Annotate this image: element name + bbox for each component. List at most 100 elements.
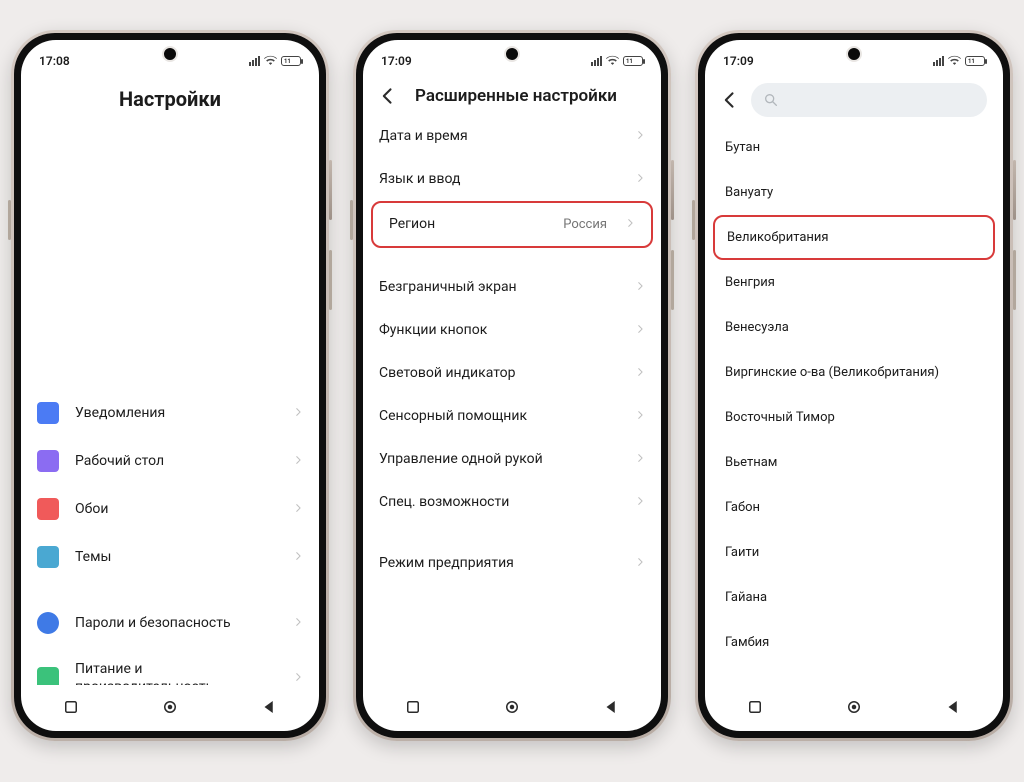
row-label: Дата и время bbox=[379, 127, 619, 145]
status-bar: 17:08 11 bbox=[21, 40, 319, 77]
home-button[interactable] bbox=[161, 698, 179, 716]
country-label: Бутан bbox=[725, 140, 760, 155]
back-button[interactable] bbox=[377, 85, 399, 107]
chevron-right-icon bbox=[635, 407, 645, 426]
clock: 17:09 bbox=[381, 54, 412, 68]
country-row-gb[interactable]: Великобритания bbox=[713, 215, 995, 260]
clock: 17:08 bbox=[39, 54, 70, 68]
search-icon bbox=[763, 92, 779, 108]
adv-row-touchassist[interactable]: Сенсорный помощник bbox=[363, 395, 661, 438]
wifi-icon bbox=[948, 54, 961, 68]
desktop-icon bbox=[37, 450, 59, 472]
row-label: Уведомления bbox=[75, 404, 277, 422]
recent-apps-button[interactable] bbox=[62, 698, 80, 716]
search-input[interactable] bbox=[751, 83, 987, 117]
back-nav-button[interactable] bbox=[602, 698, 620, 716]
row-label: Питание и производительность bbox=[75, 660, 277, 685]
settings-row-desktop[interactable]: Рабочий стол bbox=[21, 437, 319, 485]
chevron-right-icon bbox=[293, 452, 303, 471]
country-row-gm[interactable]: Гамбия bbox=[705, 620, 1003, 665]
chevron-right-icon bbox=[635, 278, 645, 297]
settings-row-themes[interactable]: Темы bbox=[21, 533, 319, 581]
row-label: Безграничный экран bbox=[379, 278, 619, 296]
battery-icon: 11 bbox=[623, 56, 643, 66]
nav-bar bbox=[363, 685, 661, 731]
country-row-vu[interactable]: Вануату bbox=[705, 170, 1003, 215]
adv-row-enterprise[interactable]: Режим предприятия bbox=[363, 542, 661, 585]
adv-row-infscreen[interactable]: Безграничный экран bbox=[363, 266, 661, 309]
adv-row-datetime[interactable]: Дата и время bbox=[363, 115, 661, 158]
row-label: Режим предприятия bbox=[379, 554, 619, 572]
country-label: Вьетнам bbox=[725, 455, 777, 470]
chevron-right-icon bbox=[625, 215, 635, 234]
country-label: Гамбия bbox=[725, 635, 769, 650]
country-row-vn[interactable]: Вьетнам bbox=[705, 440, 1003, 485]
recent-apps-button[interactable] bbox=[746, 698, 764, 716]
back-nav-button[interactable] bbox=[944, 698, 962, 716]
themes-icon bbox=[37, 546, 59, 568]
country-label: Венгрия bbox=[725, 275, 775, 290]
signal-icon bbox=[933, 56, 944, 66]
chevron-right-icon bbox=[635, 450, 645, 469]
country-label: Гаити bbox=[725, 545, 759, 560]
row-label: Сенсорный помощник bbox=[379, 407, 619, 425]
advanced-list[interactable]: Дата и время Язык и ввод Регион Россия Безгр… bbox=[363, 115, 661, 685]
home-button[interactable] bbox=[845, 698, 863, 716]
country-row-ga[interactable]: Габон bbox=[705, 485, 1003, 530]
chevron-right-icon bbox=[635, 554, 645, 573]
country-row-vg[interactable]: Виргинские о-ва (Великобритания) bbox=[705, 350, 1003, 395]
status-bar: 17:09 11 bbox=[705, 40, 1003, 77]
recent-apps-button[interactable] bbox=[404, 698, 422, 716]
wallpaper-icon bbox=[37, 498, 59, 520]
country-label: Виргинские о-ва (Великобритания) bbox=[725, 365, 939, 380]
country-row-gy[interactable]: Гайана bbox=[705, 575, 1003, 620]
page-title: Настройки bbox=[21, 77, 319, 389]
page-title: Расширенные настройки bbox=[409, 86, 623, 106]
adv-row-buttons[interactable]: Функции кнопок bbox=[363, 309, 661, 352]
country-row-tl[interactable]: Восточный Тимор bbox=[705, 395, 1003, 440]
chevron-right-icon bbox=[293, 614, 303, 633]
clock: 17:09 bbox=[723, 54, 754, 68]
chevron-right-icon bbox=[293, 548, 303, 567]
phone-region-picker: 17:09 11 БутанВануатуВеликобританияВенг bbox=[695, 30, 1013, 741]
adv-row-accessibility[interactable]: Спец. возможности bbox=[363, 481, 661, 524]
settings-row-security[interactable]: Пароли и безопасность bbox=[21, 599, 319, 647]
country-label: Гайана bbox=[725, 590, 767, 605]
row-value: Россия bbox=[563, 217, 607, 232]
country-row-ht[interactable]: Гаити bbox=[705, 530, 1003, 575]
wifi-icon bbox=[264, 54, 277, 68]
nav-bar bbox=[21, 685, 319, 731]
back-button[interactable] bbox=[719, 89, 741, 111]
country-list[interactable]: Бутан Вануату Великобритания Венгрия Венесуэ… bbox=[705, 125, 1003, 685]
signal-icon bbox=[249, 56, 260, 66]
country-row-bt[interactable]: Бутан bbox=[705, 125, 1003, 170]
home-button[interactable] bbox=[503, 698, 521, 716]
wifi-icon bbox=[606, 54, 619, 68]
adv-row-lang[interactable]: Язык и ввод bbox=[363, 158, 661, 201]
row-label: Функции кнопок bbox=[379, 321, 619, 339]
chevron-right-icon bbox=[293, 404, 303, 423]
power-icon bbox=[37, 667, 59, 685]
settings-row-wallpaper[interactable]: Обои bbox=[21, 485, 319, 533]
settings-row-notifications[interactable]: Уведомления bbox=[21, 389, 319, 437]
country-row-hu[interactable]: Венгрия bbox=[705, 260, 1003, 305]
country-row-ve[interactable]: Венесуэла bbox=[705, 305, 1003, 350]
row-label: Рабочий стол bbox=[75, 452, 277, 470]
adv-row-onehand[interactable]: Управление одной рукой bbox=[363, 438, 661, 481]
chevron-right-icon bbox=[635, 364, 645, 383]
phone-advanced: 17:09 11 Расширенные настройки Дата и вр… bbox=[353, 30, 671, 741]
back-nav-button[interactable] bbox=[260, 698, 278, 716]
row-label: Регион bbox=[389, 215, 547, 233]
adv-row-led[interactable]: Световой индикатор bbox=[363, 352, 661, 395]
settings-list[interactable]: Уведомления Рабочий стол Обои Темы Пароли и … bbox=[21, 389, 319, 685]
chevron-right-icon bbox=[635, 170, 645, 189]
adv-row-region[interactable]: Регион Россия bbox=[371, 201, 653, 248]
chevron-right-icon bbox=[635, 493, 645, 512]
settings-row-power[interactable]: Питание и производительность bbox=[21, 647, 319, 685]
row-label: Темы bbox=[75, 548, 277, 566]
row-label: Язык и ввод bbox=[379, 170, 619, 188]
country-label: Великобритания bbox=[727, 230, 829, 245]
chevron-right-icon bbox=[635, 321, 645, 340]
battery-icon: 11 bbox=[281, 56, 301, 66]
row-label: Спец. возможности bbox=[379, 493, 619, 511]
